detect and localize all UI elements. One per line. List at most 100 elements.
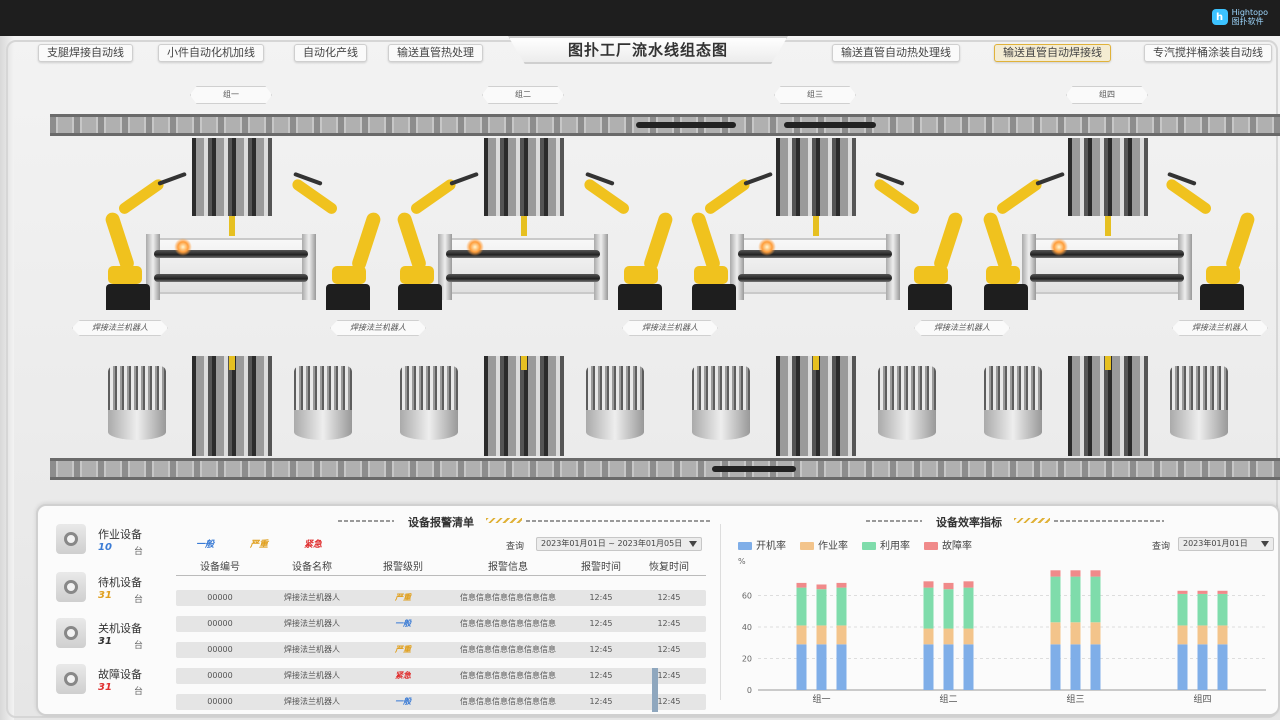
y-tick-label: 0 — [747, 686, 752, 695]
device-icon — [56, 618, 86, 648]
tab-small-parts-machining[interactable]: 小件自动化机加线 — [158, 44, 264, 62]
cell-name: 焊接法兰机器人 — [284, 619, 340, 628]
brand-name-en: Hightopo — [1231, 8, 1268, 17]
efficiency-title: 设备效率指标 — [936, 516, 1002, 529]
device-status-unit: 台 — [134, 595, 144, 605]
cell-level: 严重 — [395, 593, 411, 602]
alarm-date-range-select[interactable]: 2023年01月01日 ~ 2023年01月05日 — [536, 537, 702, 551]
device-status-count: 31 — [98, 590, 112, 601]
legend-swatch — [924, 542, 938, 550]
device-status-standby[interactable]: 待机设备 31 台 — [52, 568, 160, 605]
tab-pipe-auto-welding-line[interactable]: 输送直管自动焊接线 — [994, 44, 1111, 62]
bar-segment-3 — [1177, 590, 1188, 594]
device-status-working[interactable]: 作业设备 10 台 — [52, 520, 160, 557]
efficiency-bar-chart: % 0 20 40 60 组一 组二 组三 组四 — [738, 557, 1266, 705]
table-row[interactable]: 00000 焊接法兰机器人 严重 信息信息信息信息信息信息 12:45 12:45 — [176, 642, 706, 658]
alarm-level-urgent[interactable]: 紧急 — [304, 537, 322, 550]
bar-segment-0 — [816, 644, 827, 690]
bar-segment-2 — [1177, 593, 1188, 626]
cell-time: 12:45 — [589, 593, 613, 602]
alarm-level-serious[interactable]: 严重 — [250, 537, 268, 550]
cell-time: 12:45 — [589, 619, 613, 628]
cell-info: 信息信息信息信息信息信息 — [460, 697, 556, 706]
y-tick-label: 60 — [742, 592, 752, 601]
cell-info: 信息信息信息信息信息信息 — [460, 619, 556, 628]
table-row[interactable]: 00000 焊接法兰机器人 一般 信息信息信息信息信息信息 12:45 12:45 — [176, 616, 706, 632]
pipe-coil-stack — [294, 366, 352, 440]
legend-item-fault[interactable]: 故障率 — [924, 537, 972, 552]
device-status-shutdown[interactable]: 关机设备 31 台 — [52, 614, 160, 651]
tab-mixer-drum-coating-line[interactable]: 专汽搅拌桶涂装自动线 — [1144, 44, 1272, 62]
section-divider — [486, 518, 522, 523]
bar-segment-3 — [923, 581, 934, 588]
welding-spark — [466, 238, 484, 256]
rack-clamp — [813, 356, 819, 370]
cell-info: 信息信息信息信息信息信息 — [460, 645, 556, 654]
bar-segment-1 — [1090, 622, 1101, 645]
alarm-table-scrollbar[interactable] — [652, 668, 658, 712]
cell-level: 严重 — [395, 645, 411, 654]
welding-robot — [582, 171, 684, 310]
robot-label: 焊接法兰机器人 — [1172, 320, 1268, 336]
group-tag-1[interactable]: 组一 — [190, 86, 272, 104]
table-row[interactable]: 00000 焊接法兰机器人 严重 信息信息信息信息信息信息 12:45 12:45 — [176, 590, 706, 606]
page-title-plate: 图扑工厂流水线组态图 — [508, 36, 788, 64]
bar-segment-2 — [1197, 593, 1208, 626]
cell-id: 00000 — [207, 593, 233, 602]
device-status-count: 31 — [98, 682, 112, 693]
cell-name: 焊接法兰机器人 — [284, 593, 340, 602]
conveyor-pipe — [784, 122, 876, 128]
legend-item-working[interactable]: 作业率 — [800, 537, 848, 552]
pipe-coil-stack — [692, 366, 750, 440]
bar-segment-3 — [796, 582, 807, 588]
tab-pipe-heat-treatment[interactable]: 输送直管热处理 — [388, 44, 483, 62]
device-icon — [56, 664, 86, 694]
alarm-level-legend: 一般 严重 紧急 — [196, 537, 322, 550]
bar-segment-0 — [836, 644, 847, 690]
cell-recover: 12:45 — [657, 671, 681, 680]
robot-label: 焊接法兰机器人 — [622, 320, 718, 336]
chevron-down-icon — [1261, 541, 1269, 547]
tab-automation-line[interactable]: 自动化产线 — [294, 44, 367, 62]
rack-clamp — [1105, 356, 1111, 370]
bar-segment-3 — [1070, 570, 1081, 577]
efficiency-date-select[interactable]: 2023年01月01日 — [1178, 537, 1274, 551]
device-status-name: 故障设备 — [98, 668, 142, 681]
alarm-level-normal[interactable]: 一般 — [196, 537, 214, 550]
table-row[interactable]: 00000 焊接法兰机器人 紧急 信息信息信息信息信息信息 12:45 12:45 — [176, 668, 706, 684]
group-tag-2[interactable]: 组二 — [482, 86, 564, 104]
device-status-unit: 台 — [134, 641, 144, 651]
col-device-name: 设备名称 — [292, 562, 332, 573]
brand-logo: h Hightopo 图扑软件 — [1211, 8, 1268, 26]
bar-segment-0 — [923, 644, 934, 690]
col-device-id: 设备编号 — [200, 562, 240, 573]
bar-segment-3 — [1217, 590, 1228, 594]
material-rack — [1068, 138, 1148, 216]
chevron-down-icon — [689, 541, 697, 547]
material-rack — [776, 138, 856, 216]
tab-support-leg-welding[interactable]: 支腿焊接自动线 — [38, 44, 133, 62]
welding-spark — [1050, 238, 1068, 256]
material-rack — [484, 138, 564, 216]
rack-clamp — [229, 356, 235, 370]
tab-pipe-auto-heat-treatment-line[interactable]: 输送直管自动热处理线 — [832, 44, 960, 62]
bar-segment-1 — [1070, 622, 1081, 645]
device-status-name: 作业设备 — [98, 528, 142, 541]
page-title: 图扑工厂流水线组态图 — [567, 41, 728, 59]
welding-robot — [872, 171, 974, 310]
bar-segment-1 — [816, 625, 827, 645]
welding-robot — [978, 171, 1065, 310]
group-tag-4[interactable]: 组四 — [1066, 86, 1148, 104]
bar-segment-1 — [836, 625, 847, 645]
table-row[interactable]: 00000 焊接法兰机器人 一般 信息信息信息信息信息信息 12:45 12:45 — [176, 694, 706, 710]
col-alarm-time: 报警时间 — [581, 562, 621, 573]
device-status-fault[interactable]: 故障设备 31 台 — [52, 660, 160, 697]
legend-item-power-on[interactable]: 开机率 — [738, 537, 786, 552]
legend-item-utilization[interactable]: 利用率 — [862, 537, 910, 552]
group-tag-3[interactable]: 组三 — [774, 86, 856, 104]
bar-segment-3 — [1050, 570, 1061, 577]
conveyor-pipe — [712, 466, 796, 472]
cell-id: 00000 — [207, 619, 233, 628]
bar-segment-1 — [1177, 625, 1188, 645]
device-status-count: 10 — [98, 542, 112, 553]
